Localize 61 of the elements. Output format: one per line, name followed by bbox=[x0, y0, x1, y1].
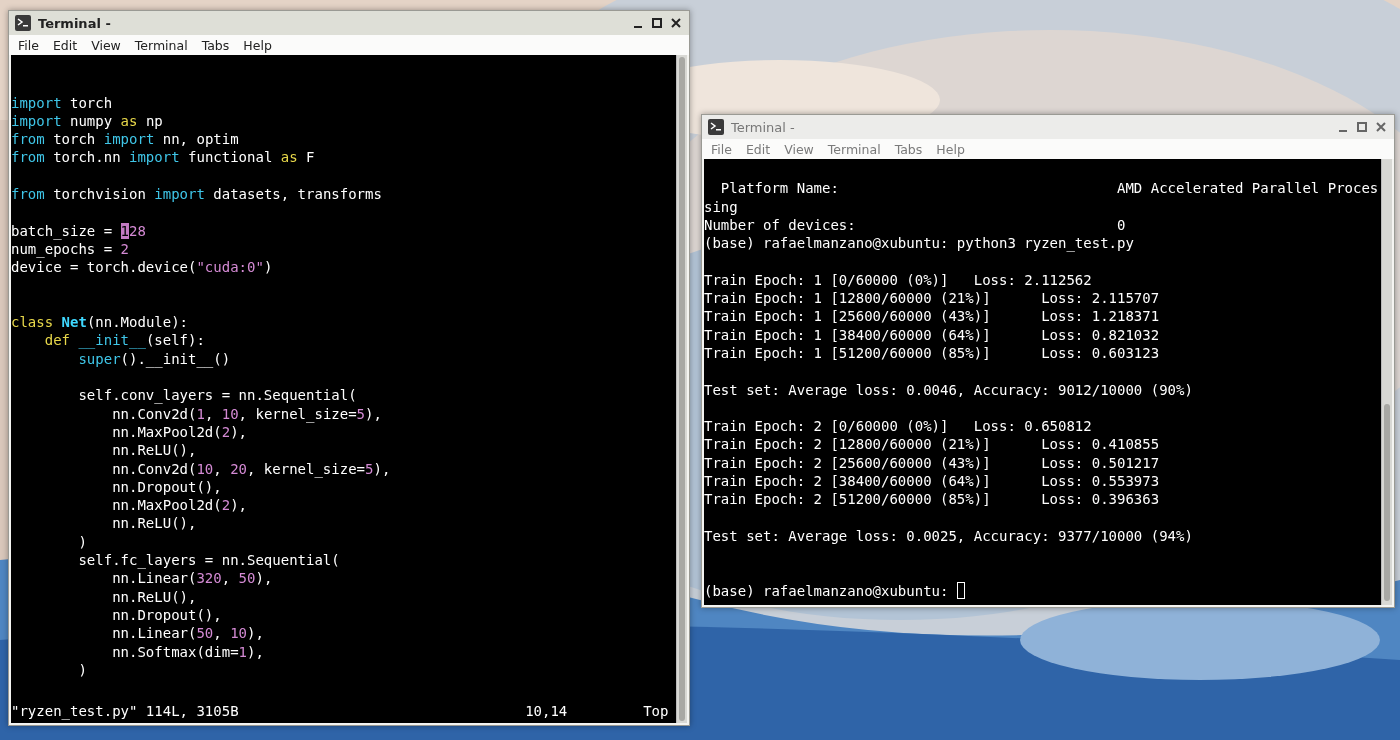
code-line: nn.Dropout(), bbox=[111, 605, 223, 625]
code-line: device = torch.device("cuda:0") bbox=[11, 258, 274, 277]
text-cursor bbox=[956, 582, 965, 600]
code-line: from torch.nn import functional as F bbox=[11, 148, 316, 167]
output-line: sing bbox=[704, 197, 739, 216]
output-line: Test set: Average loss: 0.0046, Accuracy: 9012/10000 (90%) bbox=[704, 380, 1194, 399]
code-line: def __init__(self): bbox=[43, 331, 206, 350]
menu-item[interactable]: Tabs bbox=[194, 37, 237, 53]
output-line: Train Epoch: 2 [25600/60000 (43%)] Loss: 0.501217 bbox=[704, 453, 1161, 473]
code-line: from torchvision import datasets, transforms bbox=[11, 185, 383, 204]
code-line: self.conv_layers = nn.Sequential( bbox=[77, 386, 358, 405]
code-line: import numpy as np bbox=[11, 111, 164, 131]
code-line: nn.Conv2d(1, 10, kernel_size=5), bbox=[111, 404, 383, 423]
code-line: nn.MaxPool2d(2), bbox=[111, 496, 248, 515]
code-line: from torch import nn, optim bbox=[11, 130, 240, 149]
output-line: Train Epoch: 1 [12800/60000 (21%)] Loss: 2.115707 bbox=[704, 289, 1161, 308]
output-line: Train Epoch: 1 [25600/60000 (43%)] Loss: 1.218371 bbox=[704, 307, 1161, 326]
code-line: nn.ReLU(), bbox=[111, 514, 198, 533]
code-line: nn.ReLU(), bbox=[111, 441, 198, 460]
terminal-icon bbox=[708, 119, 724, 135]
code-line: num_epochs = 2 bbox=[11, 240, 130, 259]
output-line: Test set: Average loss: 0.0025, Accuracy: 9377/10000 (94%) bbox=[704, 526, 1194, 546]
code-line: nn.Dropout(), bbox=[111, 477, 223, 497]
output-line: Train Epoch: 2 [0/60000 (0%)] Loss: 0.650812 bbox=[704, 417, 1093, 436]
code-line: nn.ReLU(), bbox=[111, 587, 198, 606]
terminal-icon bbox=[15, 15, 31, 31]
code-line: ) bbox=[77, 532, 88, 551]
scroll-position: Top bbox=[643, 701, 669, 720]
code-line: nn.Conv2d(10, 20, kernel_size=5), bbox=[111, 459, 392, 478]
output-line: Number of devices: 0 bbox=[704, 215, 1127, 235]
menu-item[interactable]: View bbox=[84, 37, 128, 53]
shell-prompt: (base) rafaelmanzano@xubuntu: bbox=[704, 581, 950, 601]
code-line: class Net(nn.Module): bbox=[11, 313, 190, 332]
code-line: nn.Softmax(dim=1), bbox=[111, 642, 265, 661]
output-line: Platform Name: AMD Accelerated Parallel Proces bbox=[719, 179, 1380, 198]
code-line: super().__init__() bbox=[77, 349, 232, 369]
maximize-icon[interactable] bbox=[652, 18, 662, 28]
output-line: Train Epoch: 1 [51200/60000 (85%)] Loss: 0.603123 bbox=[704, 343, 1161, 363]
output-line: Train Epoch: 1 [0/60000 (0%)] Loss: 2.112562 bbox=[704, 270, 1093, 290]
window-title: Terminal - bbox=[38, 15, 112, 31]
menu-item[interactable]: Terminal bbox=[127, 37, 195, 53]
code-line: nn.Linear(320, 50), bbox=[111, 569, 274, 588]
menu-item[interactable]: Help bbox=[236, 37, 279, 53]
output-line: Train Epoch: 1 [38400/60000 (64%)] Loss: 0.821032 bbox=[704, 325, 1161, 344]
status-file-info: "ryzen_test.py" 114L, 3105B bbox=[11, 701, 240, 720]
scrollbar[interactable] bbox=[676, 55, 687, 723]
output-line: Train Epoch: 2 [51200/60000 (85%)] Loss: 0.396363 bbox=[704, 490, 1161, 509]
output-line: Train Epoch: 2 [38400/60000 (64%)] Loss: 0.553973 bbox=[704, 472, 1161, 491]
code-line: batch_size = 128 bbox=[11, 221, 147, 240]
code-line: nn.Linear(50, 10), bbox=[111, 624, 265, 643]
cursor-position: 10,14 bbox=[525, 701, 569, 720]
output-line: Train Epoch: 2 [12800/60000 (21%)] Loss: 0.410855 bbox=[704, 435, 1161, 454]
menu-item[interactable]: File bbox=[11, 37, 46, 53]
close-icon[interactable] bbox=[671, 18, 681, 28]
code-line: self.fc_layers = nn.Sequential( bbox=[77, 551, 341, 570]
menu-item[interactable]: Edit bbox=[45, 37, 85, 53]
code-line: import torch bbox=[11, 93, 114, 112]
output-line: (base) rafaelmanzano@xubuntu: python3 ryzen_test.py bbox=[704, 234, 1135, 253]
code-line: nn.MaxPool2d(2), bbox=[111, 422, 248, 442]
window-title: Terminal - bbox=[731, 119, 796, 135]
code-line: ) bbox=[77, 660, 88, 680]
